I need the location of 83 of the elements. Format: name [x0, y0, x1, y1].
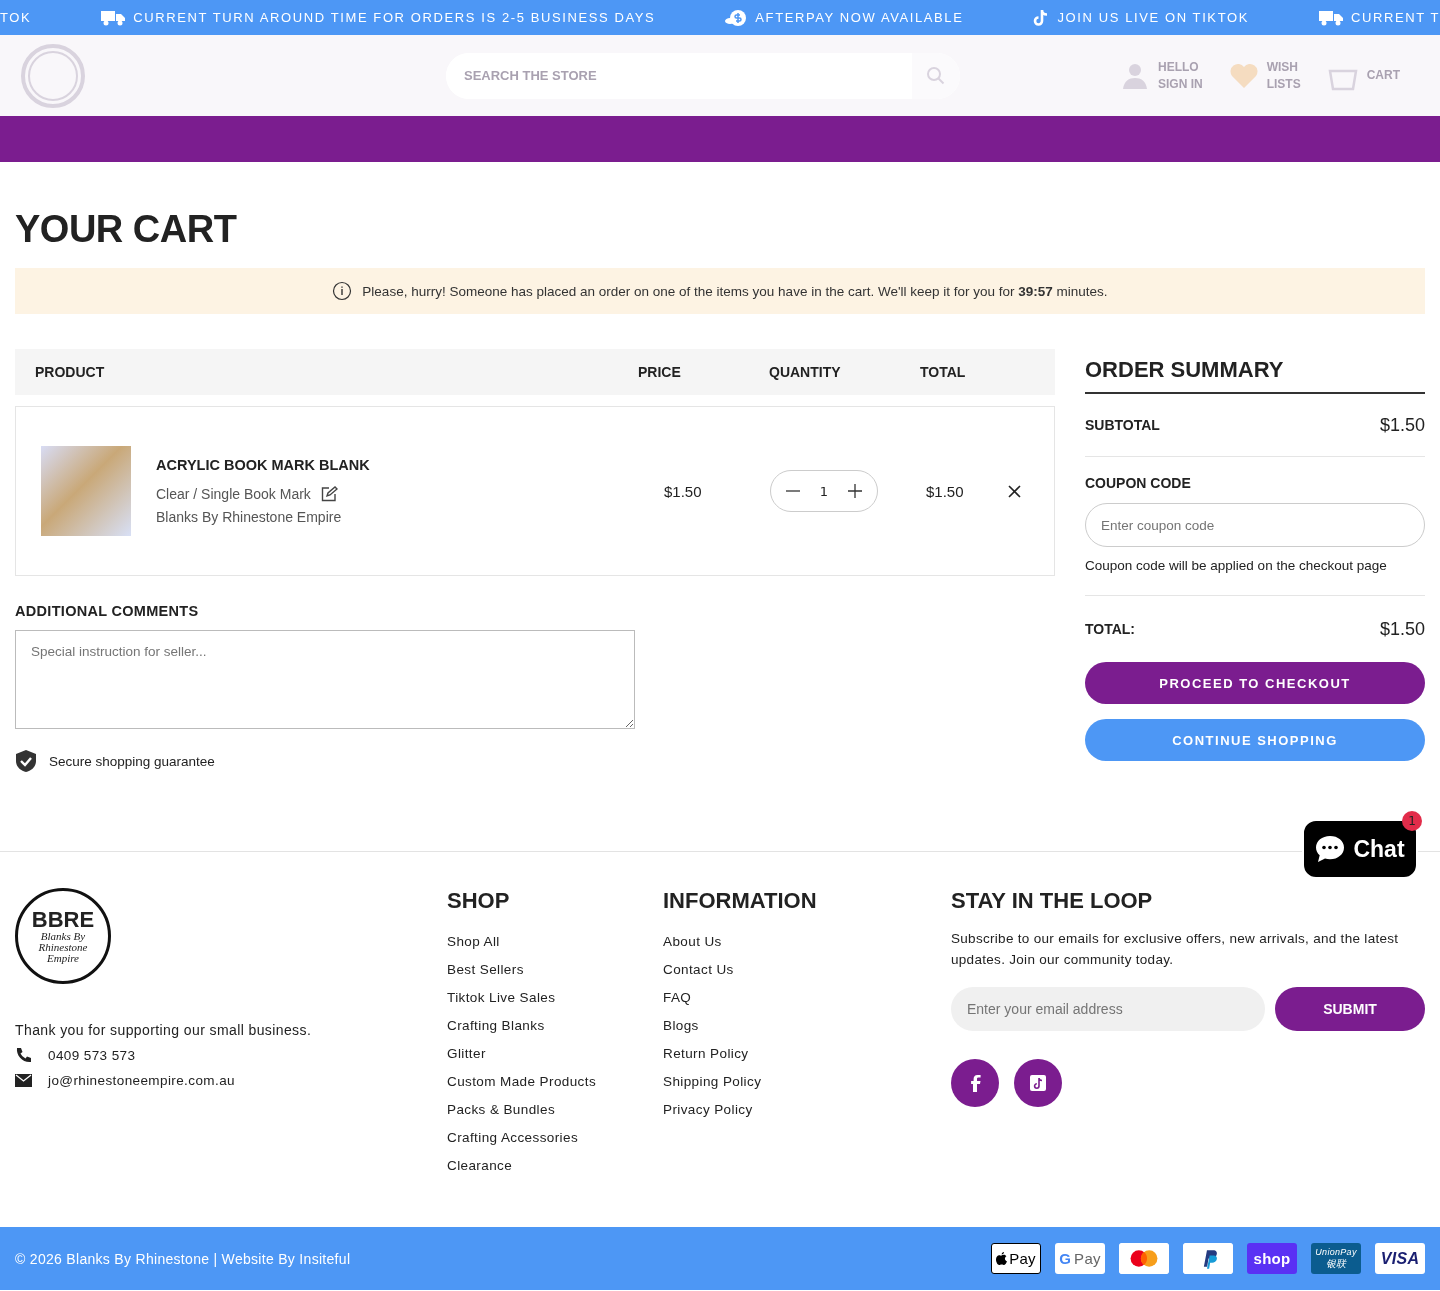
subtotal-value: $1.50 — [1379, 414, 1425, 436]
heart-icon — [1228, 61, 1259, 90]
submit-button[interactable]: SUBMIT — [1275, 987, 1425, 1031]
footer-link[interactable]: Glitter — [447, 1040, 486, 1068]
truck-icon — [1318, 9, 1343, 26]
logo-icon — [20, 42, 86, 109]
page-title: YOUR CART — [15, 207, 238, 252]
total-value: $1.50 — [1379, 618, 1425, 640]
newsletter-text: Subscribe to our emails for exclusive offers, new arrivals, and the latest updates. Join our community today. — [951, 930, 1400, 969]
footer-link[interactable]: Privacy Policy — [663, 1096, 753, 1124]
item-total: $1.50 — [925, 482, 965, 500]
google-pay-badge: G Pay — [1055, 1243, 1105, 1274]
checkout-button[interactable]: PROCEED TO CHECKOUT — [1085, 662, 1425, 704]
footer-link[interactable]: Custom Made Products — [447, 1068, 597, 1096]
item-price: $1.50 — [663, 482, 703, 500]
footer-link[interactable]: Shipping Policy — [663, 1068, 762, 1096]
visa-badge: VISA — [1375, 1243, 1425, 1274]
envelope-icon — [15, 1074, 32, 1087]
logo-text: Empire — [47, 952, 79, 964]
footer-heading: STAY IN THE LOOP — [951, 888, 1154, 914]
column-header: PRODUCT — [34, 364, 106, 380]
footer-link[interactable]: About Us — [663, 928, 722, 956]
footer-link[interactable]: Crafting Blanks — [447, 1012, 545, 1040]
footer-link[interactable]: Blogs — [663, 1012, 699, 1040]
info-icon — [332, 281, 353, 301]
comments-field[interactable]: Special instruction for seller... — [15, 630, 635, 729]
unionpay-badge: UnionPay 银联 — [1311, 1243, 1361, 1274]
summary-title: ORDER SUMMARY — [1085, 349, 1425, 394]
footer-link[interactable]: Crafting Accessories — [447, 1124, 579, 1152]
footer-link[interactable]: Clearance — [447, 1152, 513, 1180]
secure-text: Secure shopping guarantee — [49, 753, 215, 769]
copyright-text: © 2026 Blanks By Rhinestone | Website By Insiteful — [15, 1250, 351, 1267]
tiktok-icon — [1033, 8, 1050, 27]
truck-icon — [101, 9, 126, 26]
footer-link[interactable]: Contact Us — [663, 956, 734, 984]
footer-heading: INFORMATION — [663, 888, 817, 914]
announcement-text: TOK — [0, 10, 32, 25]
footer-link[interactable]: Return Policy — [663, 1040, 749, 1068]
facebook-icon[interactable] — [951, 1059, 999, 1107]
thanks-text: Thank you for supporting our small business. — [15, 1022, 313, 1038]
shield-check-icon — [15, 749, 37, 773]
close-icon[interactable] — [1008, 484, 1021, 498]
phone-icon — [15, 1047, 32, 1064]
product-name[interactable]: ACRYLIC BOOK MARK BLANK — [156, 457, 370, 473]
footer-link[interactable]: Best Sellers — [447, 956, 524, 984]
announcement-text: JOIN US LIVE ON TIKTOK — [1057, 10, 1249, 25]
announcement-text: CURRENT T — [1350, 10, 1440, 25]
quantity-value[interactable]: 1 — [819, 483, 829, 499]
column-header: QUANTITY — [769, 364, 842, 380]
footer-link[interactable]: Shop All — [447, 928, 500, 956]
subtotal-label: SUBTOTAL — [1085, 417, 1160, 433]
column-header: PRICE — [638, 364, 682, 380]
apple-pay-badge: Pay — [991, 1243, 1041, 1274]
email-field[interactable]: Enter your email address — [951, 987, 1265, 1031]
column-header: TOTAL — [920, 364, 967, 380]
plus-icon[interactable] — [848, 484, 862, 498]
logo-mark: BBRE — [31, 908, 95, 931]
email-address: jo@rhinestoneempire.com.au — [48, 1073, 235, 1088]
announcement-text: CURRENT TURN AROUND TIME FOR ORDERS IS 2-5 BUSINESS DAYS — [133, 10, 656, 25]
footer-link[interactable]: FAQ — [663, 984, 692, 1012]
edit-icon[interactable] — [320, 486, 338, 502]
paypal-icon — [1183, 1243, 1233, 1274]
coupon-note: Coupon code will be applied on the checkout page — [1085, 558, 1388, 573]
notice-text: Please, hurry! Someone has placed an order on one of the items you have in the cart. We'll keep it for you for 39:57 minutes. — [362, 283, 1108, 299]
mastercard-icon — [1119, 1243, 1169, 1274]
footer-link[interactable]: Tiktok Live Sales — [447, 984, 556, 1012]
chat-bubble-icon — [1315, 835, 1346, 863]
tiktok-icon[interactable] — [1014, 1059, 1062, 1107]
product-vendor: Blanks By Rhinestone Empire — [156, 509, 343, 525]
coins-icon — [725, 8, 748, 27]
footer-heading: SHOP — [447, 888, 510, 914]
total-label: TOTAL: — [1085, 621, 1136, 637]
comments-title: ADDITIONAL COMMENTS — [15, 603, 200, 619]
notification-badge: 1 — [1402, 811, 1422, 831]
announcement-text: AFTERPAY NOW AVAILABLE — [755, 10, 964, 25]
logo-text: Rhinestone — [38, 941, 88, 953]
footer-link[interactable]: Packs & Bundles — [447, 1096, 556, 1124]
coupon-label: COUPON CODE — [1085, 475, 1192, 491]
coupon-field[interactable]: Enter coupon code — [1085, 503, 1425, 547]
logo-text: Blanks By — [40, 930, 86, 942]
phone-number: 0409 573 573 — [48, 1048, 136, 1063]
product-variant: Clear / Single Book Mark — [156, 486, 311, 502]
shop-pay-badge: shop — [1247, 1243, 1297, 1274]
